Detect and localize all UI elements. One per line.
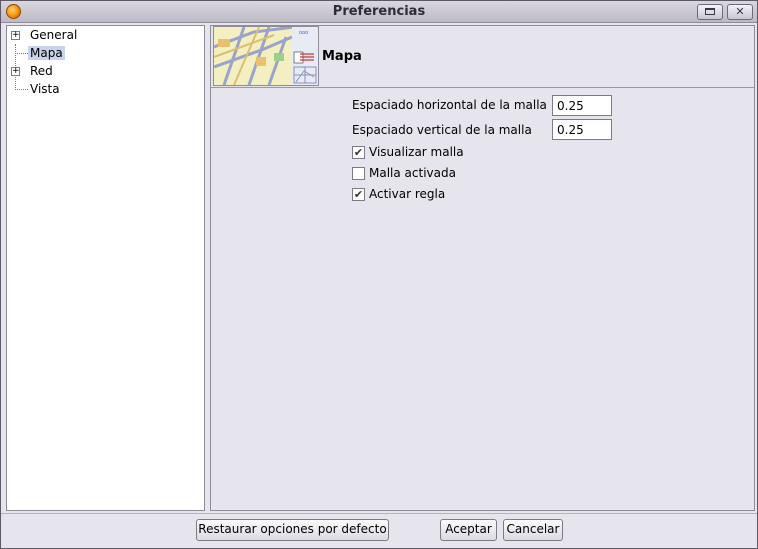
minimize-button[interactable] (697, 4, 723, 20)
tree-item-vista[interactable]: Vista (7, 81, 204, 99)
minimize-icon (705, 8, 715, 15)
vertical-spacing-field[interactable] (552, 119, 612, 140)
expand-icon[interactable]: + (11, 67, 20, 76)
tree-item-mapa[interactable]: Mapa (7, 45, 204, 63)
enable-ruler-checkbox[interactable]: ✔ (352, 188, 365, 201)
grid-enabled-label: Malla activada (369, 166, 456, 180)
grid-enabled-checkbox-row[interactable]: Malla activada (352, 166, 492, 182)
window-title: Preferencias (332, 4, 426, 19)
map-thumbnail-icon: ooo (213, 26, 319, 86)
show-grid-checkbox[interactable]: ✔ (352, 146, 365, 159)
tree-item-red[interactable]: + Red (7, 63, 204, 81)
horizontal-spacing-label: Espaciado horizontal de la malla (352, 98, 547, 112)
tree-item-label: Mapa (28, 46, 65, 60)
enable-ruler-checkbox-row[interactable]: ✔ Activar regla (352, 187, 492, 203)
panel-header: ooo Mapa (211, 26, 754, 88)
tree-item-label: Red (30, 64, 53, 78)
preferences-window: Preferencias ✕ + General Mapa + Red Vist… (0, 0, 758, 549)
close-icon: ✕ (735, 5, 745, 18)
svg-text:ooo: ooo (299, 30, 308, 36)
footer-divider (1, 513, 757, 514)
accept-button[interactable]: Aceptar (440, 519, 497, 541)
expand-icon[interactable]: + (11, 31, 20, 40)
tree-leaf-connector (15, 45, 28, 54)
grid-enabled-checkbox[interactable] (352, 167, 365, 180)
show-grid-checkbox-row[interactable]: ✔ Visualizar malla (352, 145, 492, 161)
preferences-panel: ooo Mapa Espaciado horizontal de la mall… (210, 25, 755, 511)
preferences-tree[interactable]: + General Mapa + Red Vista (6, 25, 205, 511)
show-grid-label: Visualizar malla (369, 145, 464, 159)
panel-title: Mapa (322, 49, 362, 64)
tree-item-general[interactable]: + General (7, 27, 204, 45)
horizontal-spacing-field[interactable] (552, 95, 612, 116)
tree-item-label: Vista (30, 82, 60, 96)
enable-ruler-label: Activar regla (369, 187, 446, 201)
close-button[interactable]: ✕ (727, 4, 753, 20)
title-bar[interactable]: Preferencias ✕ (1, 1, 757, 23)
restore-defaults-button[interactable]: Restaurar opciones por defecto (196, 519, 389, 541)
tree-leaf-connector (15, 81, 28, 90)
vertical-spacing-label: Espaciado vertical de la malla (352, 123, 532, 137)
cancel-button[interactable]: Cancelar (503, 519, 563, 541)
tree-item-label: General (30, 28, 78, 42)
